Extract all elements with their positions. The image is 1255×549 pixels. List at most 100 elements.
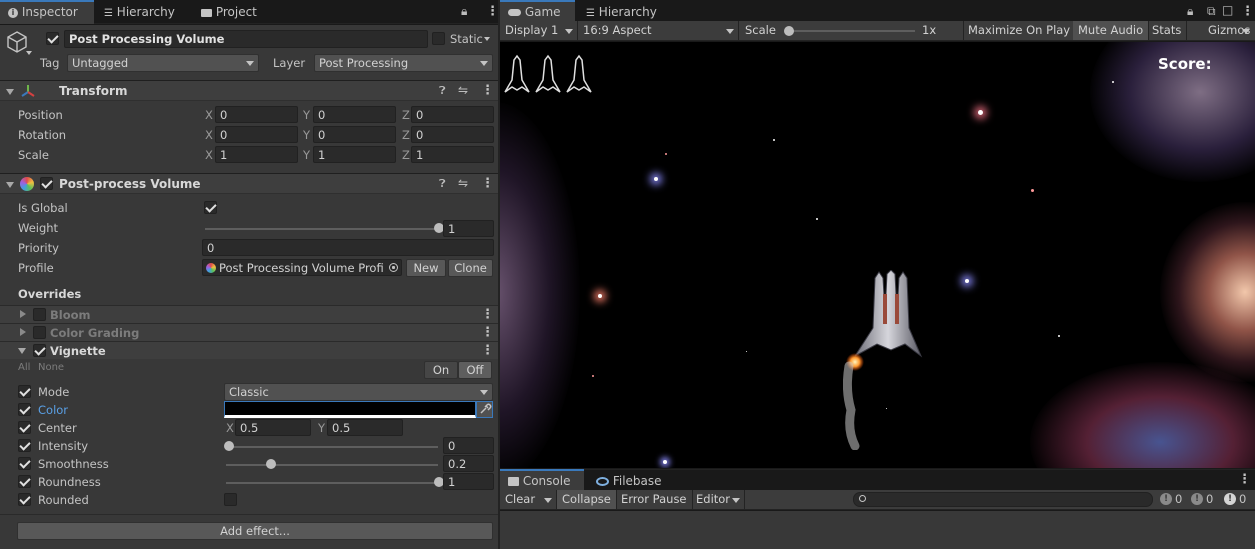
chevron-down-icon[interactable] bbox=[1242, 29, 1250, 34]
priority-field[interactable]: 0 bbox=[202, 239, 494, 256]
rounded-checkbox[interactable] bbox=[224, 493, 237, 506]
add-effect-button[interactable]: Add effect... bbox=[17, 522, 493, 540]
clear-button[interactable]: Clear bbox=[500, 490, 540, 509]
tab-filebase[interactable]: Filebase bbox=[588, 469, 670, 491]
stats-toggle[interactable]: Stats bbox=[1147, 21, 1188, 40]
roundness-field[interactable]: 1 bbox=[443, 473, 494, 490]
position-x-field[interactable]: 0 bbox=[215, 106, 298, 123]
intensity-override-checkbox[interactable] bbox=[18, 439, 31, 452]
weight-field[interactable]: 1 bbox=[443, 220, 494, 237]
on-button[interactable]: On bbox=[424, 361, 458, 379]
position-z-field[interactable]: 0 bbox=[411, 106, 494, 123]
panel-menu-icon[interactable]: ⋮ bbox=[1241, 5, 1254, 18]
position-y-field[interactable]: 0 bbox=[313, 106, 396, 123]
scale-slider-track[interactable] bbox=[787, 30, 915, 32]
profile-field[interactable]: Post Processing Volume Profi bbox=[202, 259, 402, 276]
lock-icon[interactable]: 🔒︎ bbox=[1187, 5, 1193, 17]
scale-y-field[interactable]: 1 bbox=[313, 146, 396, 163]
color-swatch[interactable] bbox=[224, 401, 476, 418]
preset-icon[interactable]: ⇋ bbox=[458, 177, 468, 189]
none-link[interactable]: None bbox=[38, 362, 64, 373]
all-link[interactable]: All bbox=[18, 362, 30, 373]
error-pause-toggle[interactable]: Error Pause bbox=[616, 490, 693, 509]
scale-z-field[interactable]: 1 bbox=[411, 146, 494, 163]
panel-menu-icon[interactable]: ⋮ bbox=[1238, 473, 1251, 486]
maximize-on-play-toggle[interactable]: Maximize On Play bbox=[963, 21, 1077, 40]
center-override-checkbox[interactable] bbox=[18, 421, 31, 434]
smoothness-field[interactable]: 0.2 bbox=[443, 455, 494, 472]
profile-new-button[interactable]: New bbox=[406, 259, 446, 277]
mode-override-checkbox[interactable] bbox=[18, 385, 31, 398]
off-button[interactable]: Off bbox=[458, 361, 492, 379]
game-viewport[interactable]: Score: bbox=[500, 42, 1255, 468]
effect-row-color-grading[interactable]: Color Grading ⋮ bbox=[0, 323, 498, 341]
restore-icon[interactable]: □ bbox=[1222, 4, 1233, 16]
color-grading-enabled-checkbox[interactable] bbox=[33, 326, 46, 339]
aspect-dropdown[interactable]: 16:9 Aspect bbox=[578, 21, 739, 40]
maximize-icon[interactable]: ⧉ bbox=[1207, 5, 1216, 17]
editor-dropdown[interactable]: Editor bbox=[691, 490, 745, 509]
lock-icon[interactable]: 🔒︎ bbox=[461, 5, 467, 17]
eyedropper-icon[interactable] bbox=[476, 401, 493, 418]
transform-header[interactable]: Transform ❓︎ ⇋ ⋮ bbox=[0, 80, 498, 101]
roundness-override-checkbox[interactable] bbox=[18, 475, 31, 488]
smoothness-slider-track[interactable] bbox=[226, 464, 438, 466]
clear-options-dropdown[interactable] bbox=[540, 490, 557, 509]
color-override-checkbox[interactable] bbox=[18, 403, 31, 416]
log-count-toggle[interactable]: ! 0 bbox=[1157, 490, 1187, 509]
collapse-toggle[interactable]: Collapse bbox=[557, 490, 617, 509]
scale-control[interactable]: Scale 1x bbox=[740, 21, 964, 40]
effect-row-bloom[interactable]: Bloom ⋮ bbox=[0, 305, 498, 323]
chevron-down-icon[interactable] bbox=[484, 37, 490, 41]
object-picker-icon[interactable] bbox=[389, 263, 398, 272]
object-name-field[interactable]: Post Processing Volume bbox=[64, 30, 428, 48]
tab-project[interactable]: Project bbox=[193, 0, 265, 24]
smoothness-slider-knob[interactable] bbox=[266, 459, 276, 469]
help-icon[interactable]: ❓︎ bbox=[439, 85, 446, 97]
smoothness-override-checkbox[interactable] bbox=[18, 457, 31, 470]
preset-icon[interactable]: ⇋ bbox=[458, 84, 468, 96]
console-log-area[interactable] bbox=[500, 511, 1255, 549]
center-x-field[interactable]: 0.5 bbox=[235, 419, 311, 436]
error-count-toggle[interactable]: ! 0 bbox=[1221, 490, 1253, 509]
volume-header[interactable]: Post-process Volume ❓︎ ⇋ ⋮ bbox=[0, 173, 498, 194]
component-menu-icon[interactable]: ⋮ bbox=[481, 177, 494, 190]
mode-dropdown[interactable]: Classic bbox=[224, 383, 493, 401]
mute-audio-toggle[interactable]: Mute Audio bbox=[1073, 21, 1150, 40]
effect-menu-icon[interactable]: ⋮ bbox=[481, 308, 494, 321]
component-menu-icon[interactable]: ⋮ bbox=[481, 84, 494, 97]
tab-inspector[interactable]: i Inspector bbox=[0, 0, 94, 24]
active-checkbox[interactable] bbox=[46, 32, 59, 45]
roundness-slider-track[interactable] bbox=[226, 482, 438, 484]
bloom-enabled-checkbox[interactable] bbox=[33, 308, 46, 321]
effect-menu-icon[interactable]: ⋮ bbox=[481, 326, 494, 339]
intensity-slider-knob[interactable] bbox=[224, 441, 234, 451]
display-dropdown[interactable]: Display 1 bbox=[500, 21, 578, 40]
chevron-down-icon[interactable] bbox=[26, 51, 32, 55]
tab-console[interactable]: Console bbox=[500, 469, 584, 491]
rotation-x-field[interactable]: 0 bbox=[215, 126, 298, 143]
tab-hierarchy[interactable]: ☰ Hierarchy bbox=[96, 0, 183, 24]
volume-enabled-checkbox[interactable] bbox=[40, 177, 53, 190]
effect-menu-icon[interactable]: ⋮ bbox=[481, 344, 494, 357]
profile-clone-button[interactable]: Clone bbox=[448, 259, 493, 277]
effect-row-vignette[interactable]: Vignette ⋮ bbox=[0, 341, 498, 359]
center-y-field[interactable]: 0.5 bbox=[327, 419, 403, 436]
static-label[interactable]: Static bbox=[450, 32, 483, 46]
console-search-input[interactable] bbox=[853, 492, 1153, 507]
help-icon[interactable]: ❓︎ bbox=[439, 178, 446, 190]
is-global-checkbox[interactable] bbox=[204, 201, 217, 214]
vignette-enabled-checkbox[interactable] bbox=[33, 344, 46, 357]
warning-count-toggle[interactable]: ! 0 bbox=[1188, 490, 1218, 509]
intensity-field[interactable]: 0 bbox=[443, 437, 494, 454]
weight-slider-track[interactable] bbox=[205, 228, 438, 230]
tag-dropdown[interactable]: Untagged bbox=[67, 54, 259, 72]
scale-slider-knob[interactable] bbox=[784, 26, 794, 36]
intensity-slider-track[interactable] bbox=[226, 446, 438, 448]
scale-x-field[interactable]: 1 bbox=[215, 146, 298, 163]
rounded-override-checkbox[interactable] bbox=[18, 493, 31, 506]
rotation-z-field[interactable]: 0 bbox=[411, 126, 494, 143]
rotation-y-field[interactable]: 0 bbox=[313, 126, 396, 143]
static-checkbox[interactable] bbox=[432, 32, 445, 45]
layer-dropdown[interactable]: Post Processing bbox=[314, 54, 493, 72]
